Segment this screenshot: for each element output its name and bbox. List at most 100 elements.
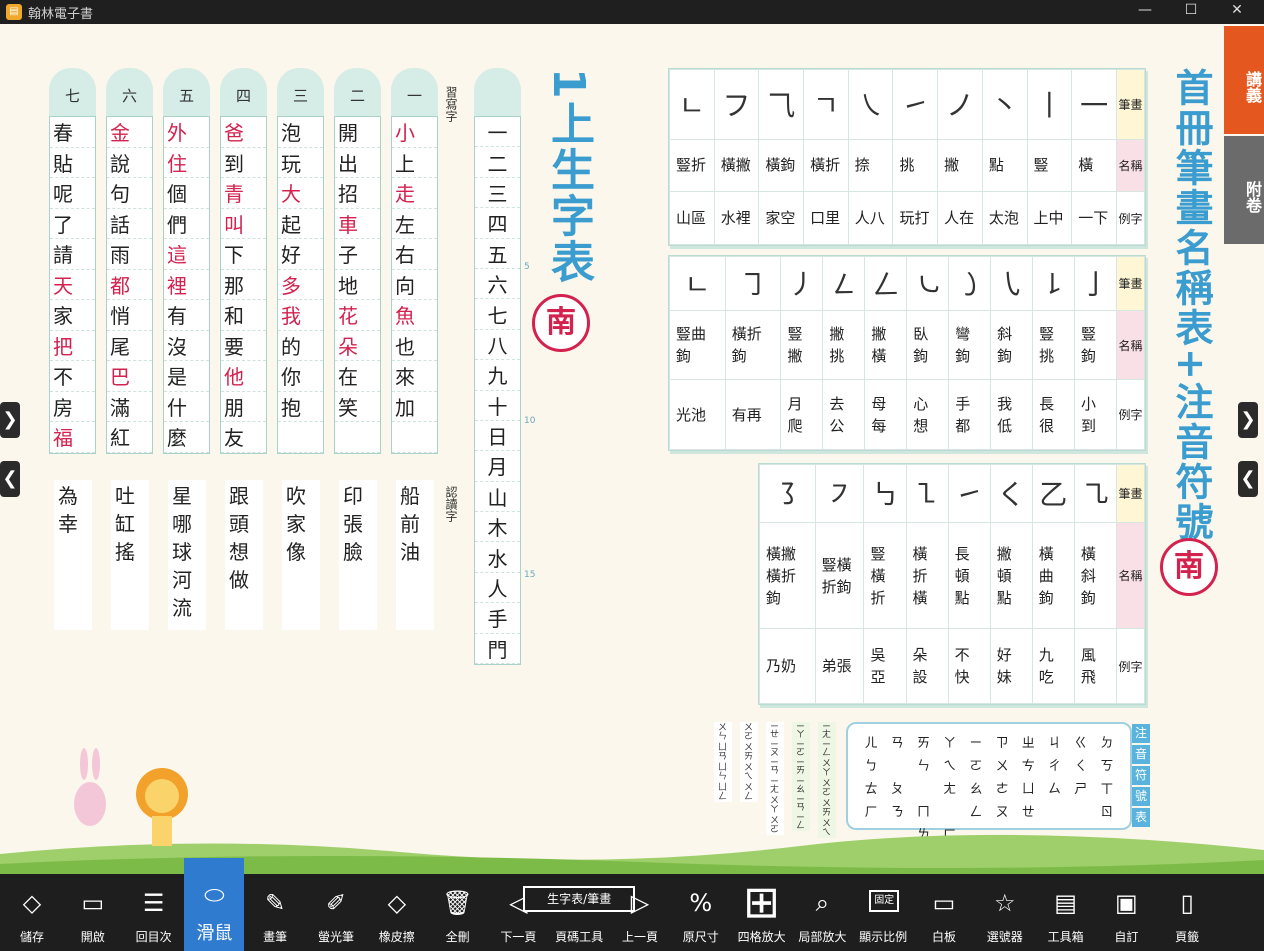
number-cell: 門 [475, 634, 520, 665]
character: 有 [167, 304, 187, 329]
right-next-arrow-icon[interactable]: ❯ [1238, 402, 1258, 438]
character: 玩 [281, 151, 301, 176]
eraser-button[interactable]: ◇ 橡皮擦 [367, 874, 427, 951]
write-label: 習寫字 [444, 86, 458, 122]
close-button[interactable]: ✕ [1222, 2, 1252, 18]
char-cell: 麼 [164, 422, 209, 453]
mouse-button[interactable]: ⬭ 滑鼠 [184, 858, 245, 951]
number-cell: 山 [475, 482, 520, 513]
zhuyin-symbol: ㄘ [1021, 759, 1035, 774]
stroke-table-cell: 長頓點 [947, 521, 991, 630]
combo-syllable: ㄨㄛ [820, 778, 830, 797]
zoom-part-icon: ⌕ [815, 889, 830, 917]
toc-button[interactable]: ☰ 回目次 [124, 874, 184, 951]
stroke-table-cell: 撇橫 [864, 309, 908, 381]
stroke-table-cell: 玩打 [892, 191, 939, 245]
prev-page-arrow-icon[interactable]: ❮ [0, 461, 20, 497]
tab-lecture[interactable]: 講義 [1224, 26, 1264, 134]
zoom-part-button[interactable]: ⌕ 局部放大 [792, 874, 852, 951]
picker-button[interactable]: ☆ 選號器 [975, 874, 1035, 951]
number-cell: 月 [475, 451, 520, 482]
stroke-table-cell: 朵設 [905, 628, 949, 704]
char-cell: 朋 [221, 392, 266, 422]
character: 雨 [110, 243, 130, 268]
character: 在 [338, 365, 358, 390]
row-label: 筆畫 [1116, 69, 1145, 140]
read-label: 認讀字 [444, 486, 458, 522]
stroke-table-cell: 橫撇橫折鉤 [759, 521, 816, 630]
mouse-icon: ⬭ [204, 881, 225, 909]
quad-zoom-button[interactable]: ⊞ 四格放大 [732, 874, 792, 951]
read-character: 吹 [286, 484, 306, 508]
number-cell: 二 [475, 147, 520, 178]
char-cell: 們 [164, 209, 209, 239]
custom-label: 自訂 [1114, 930, 1139, 944]
character: 巴 [110, 365, 130, 390]
character: 句 [110, 182, 130, 207]
read-character: 為 [58, 484, 78, 508]
stroke-table-cell: 去公 [822, 379, 866, 450]
number-character: 六 [487, 273, 508, 298]
char-cell: 朵 [335, 331, 380, 361]
tab-appendix[interactable]: 附卷 [1224, 136, 1264, 244]
highlighter-icon: ✐ [325, 889, 347, 917]
stroke-table-cell: 橫折 [803, 138, 849, 193]
next-page-arrow-icon[interactable]: ❯ [0, 402, 20, 438]
character: 泡 [281, 121, 301, 146]
stroke-table-cell: 捺 [847, 138, 894, 193]
right-prev-arrow-icon[interactable]: ❮ [1238, 461, 1258, 497]
char-cell: 外 [164, 117, 209, 148]
character: 家 [53, 304, 73, 329]
char-cell: 悄 [107, 300, 152, 331]
number-character: 十 [487, 394, 508, 419]
column-number: 六 [106, 68, 153, 116]
read-character: 哪 [172, 512, 192, 536]
character: 出 [338, 151, 358, 176]
stroke-table-cell: ノ [937, 69, 983, 140]
column-cells: 開出招車子地花朵在笑 [334, 116, 381, 454]
whiteboard-icon: ▭ [932, 889, 956, 917]
char-cell: 說 [107, 148, 152, 178]
read-character: 家 [286, 512, 306, 536]
read-character: 缸 [115, 512, 135, 536]
number-cell: 手 [475, 603, 520, 634]
stroke-table-cell: 豎鉤 [1074, 309, 1117, 381]
zhuyin-symbol: ㄝ [1021, 805, 1035, 820]
whiteboard-button[interactable]: ▭ 白板 [914, 874, 974, 951]
read-char-column: 船前油 [396, 480, 434, 630]
number-character: 五 [487, 242, 508, 267]
stroke-table-cell: ㇆ [724, 256, 782, 311]
delete-all-button[interactable]: 🗑 全刪 [428, 874, 488, 951]
character: 加 [395, 395, 415, 420]
custom-button[interactable]: ▣ 自訂 [1096, 874, 1156, 951]
zhuyin-symbol [1068, 801, 1094, 820]
bookmark-button[interactable]: ▯ 頁籤 [1157, 874, 1217, 951]
page-tool-button[interactable]: 生字表/筆畫 頁碼工具 [523, 874, 636, 951]
zhuyin-symbol: ㄥ [969, 805, 983, 820]
open-button[interactable]: ▭ 開啟 [63, 874, 123, 951]
number-column: 一二三四五六七八九十日月山木水人手門 [474, 68, 521, 668]
stroke-table-cell: ㇂ [990, 256, 1034, 311]
combo-syllable: ㄩㄣ [716, 762, 726, 780]
char-cell: 也 [392, 331, 437, 361]
prev-page-button[interactable]: ▷ 上一頁 [610, 874, 670, 951]
original-size-button[interactable]: % 原尺寸 [671, 874, 731, 951]
zhuyin-symbol: ㄋ [890, 805, 904, 820]
toolbox-button[interactable]: ▤ 工具箱 [1036, 874, 1096, 951]
char-cell: 住 [164, 148, 209, 178]
zhuyin-symbol: ㄆ [890, 782, 904, 797]
display-ratio-button[interactable]: 固定 顯示比例 [853, 874, 913, 951]
zhuyin-symbol: ㄣ [916, 759, 930, 774]
save-button[interactable]: ◇ 儲存 [2, 874, 62, 951]
stroke-table-cell: 臥鉤 [906, 309, 950, 381]
combo-column: ㄧㄚ ㄧㄛ ㄧㄞ ㄧㄠ ㄧㄢ ㄧㄥ [792, 722, 810, 832]
combo-column: ㄨㄣ ㄩㄢ ㄩㄣ ㄩㄥ [714, 722, 732, 802]
stroke-table-cell: 山區 [669, 191, 715, 245]
zhuyin-symbol: ㄉ [1100, 736, 1114, 751]
highlighter-button[interactable]: ✐ 螢光筆 [306, 874, 366, 951]
delete-all-label: 全刪 [445, 930, 470, 944]
character: 抱 [281, 395, 301, 420]
maximize-button[interactable]: ☐ [1176, 2, 1206, 18]
pen-button[interactable]: ✎ 畫筆 [245, 874, 305, 951]
minimize-button[interactable]: — [1130, 2, 1160, 18]
